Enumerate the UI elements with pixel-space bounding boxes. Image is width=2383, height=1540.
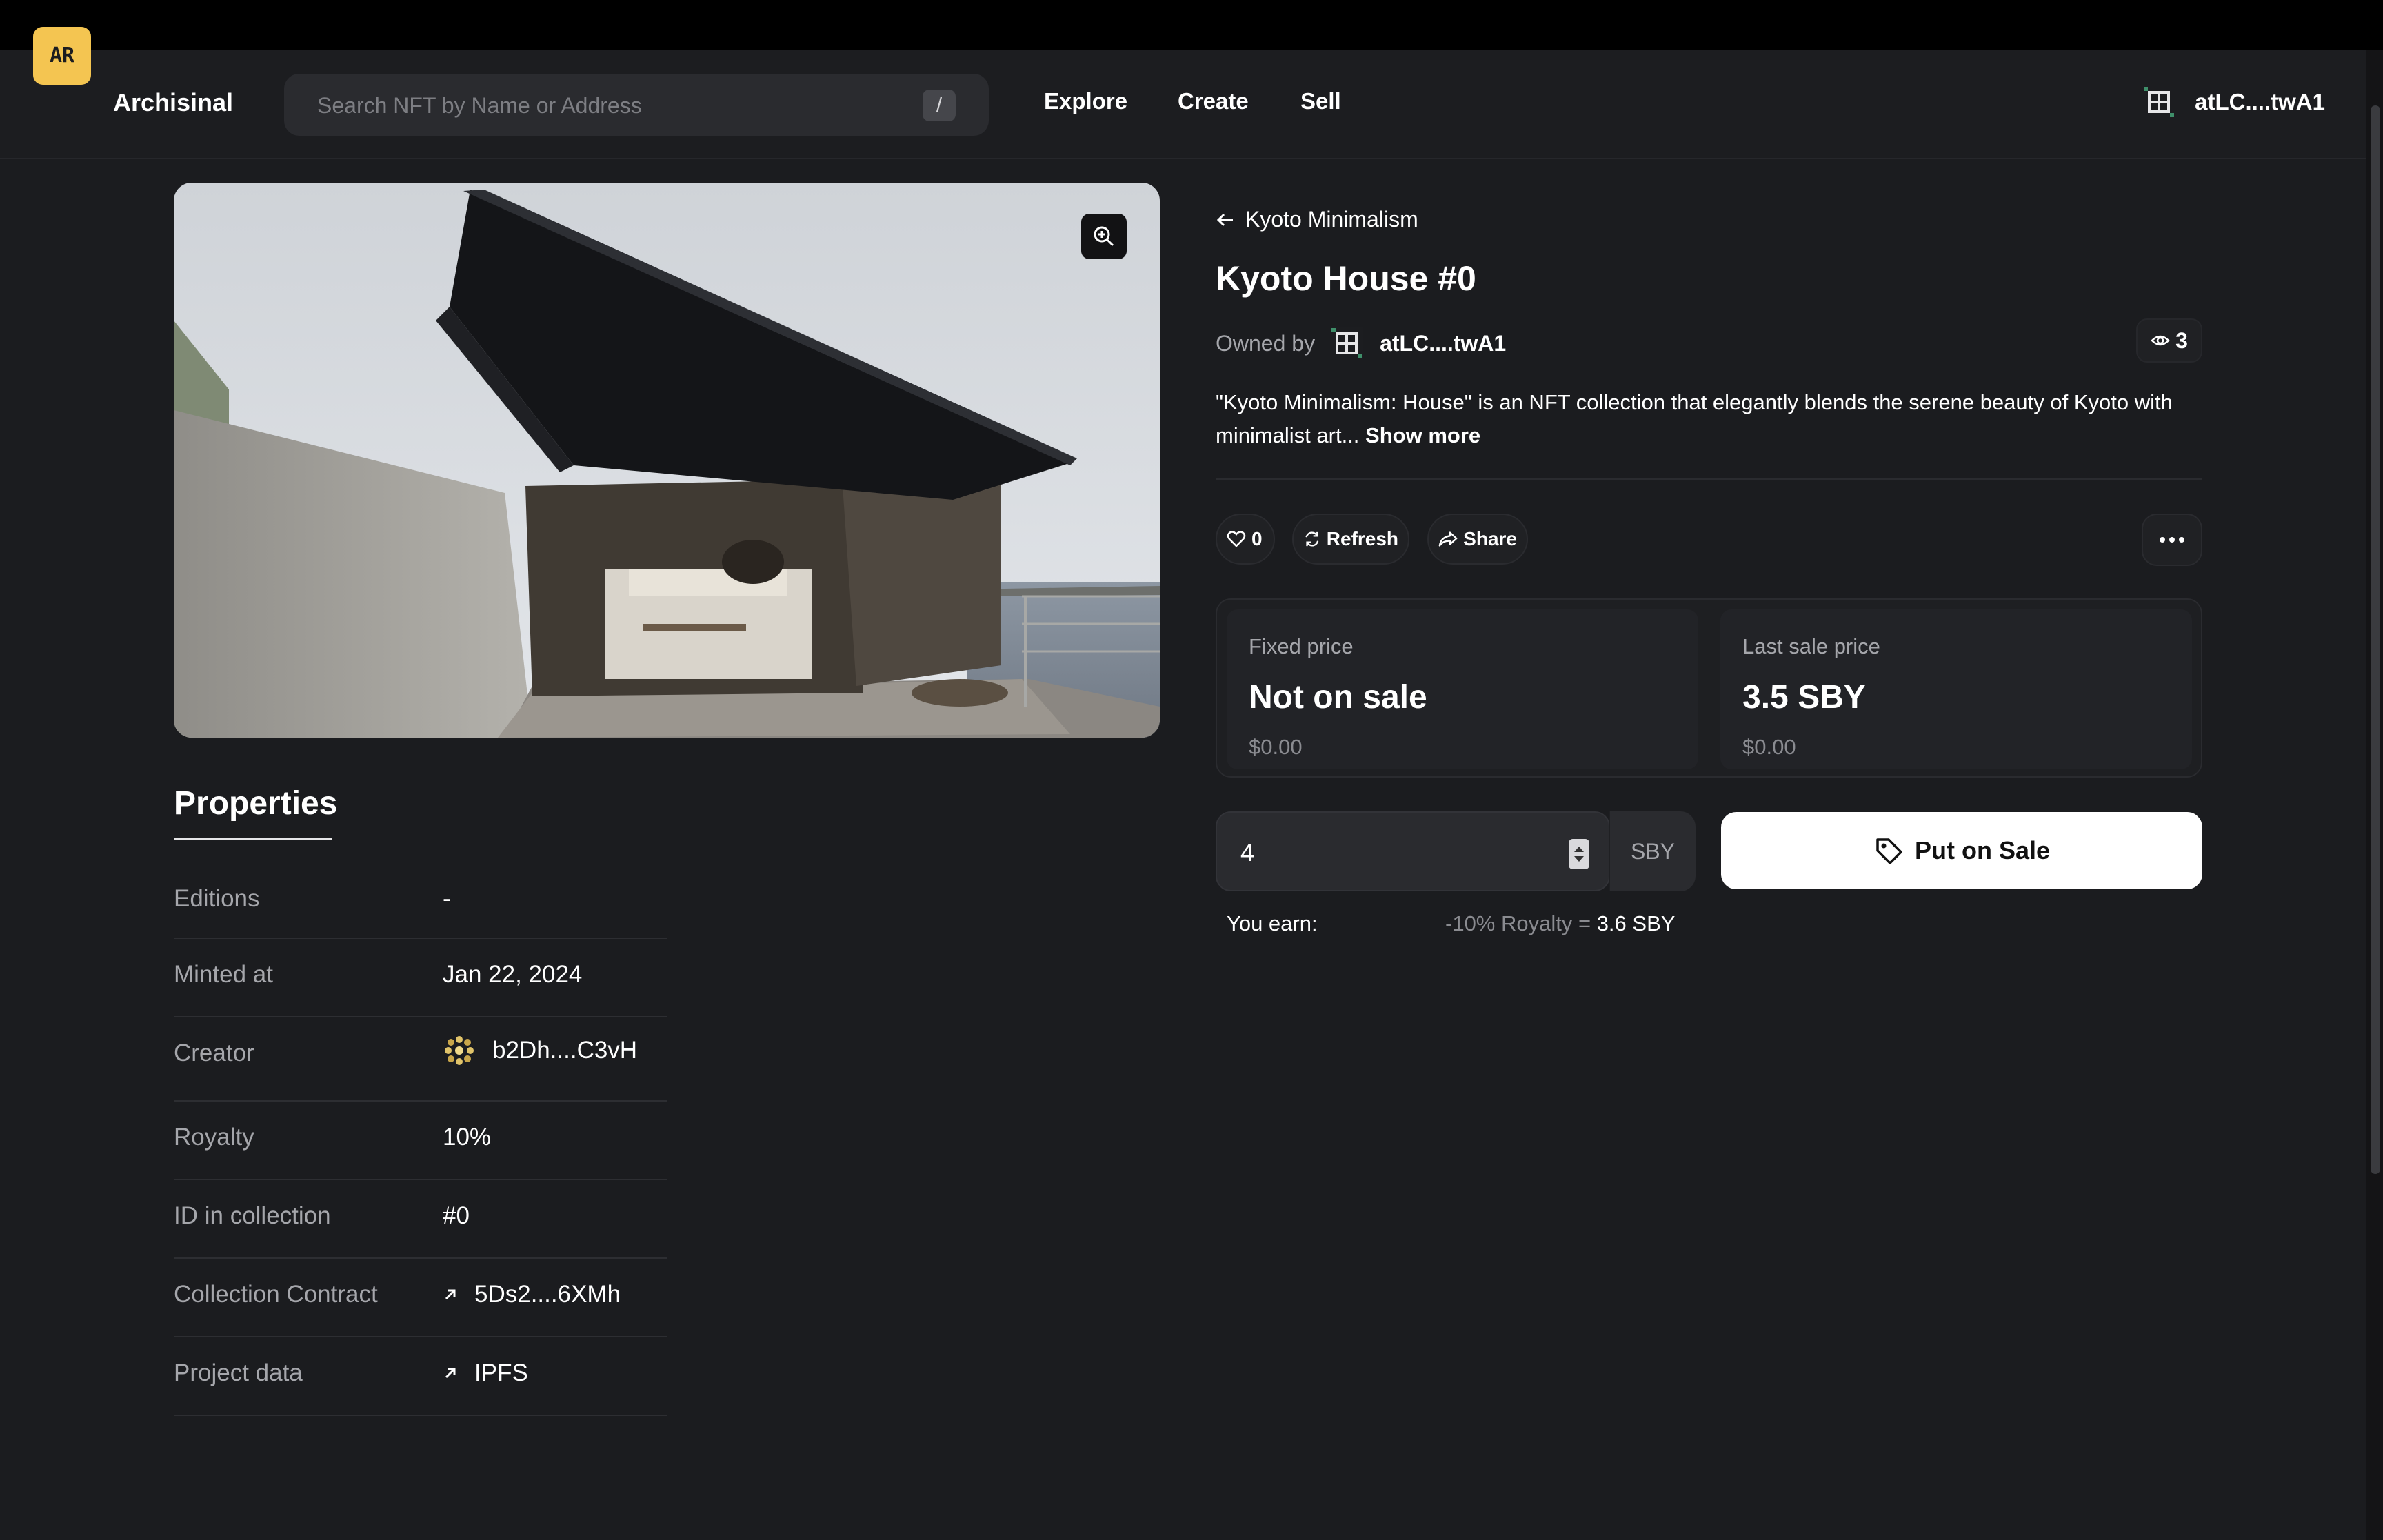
fixed-price-card: Fixed price Not on sale $0.00: [1227, 609, 1698, 769]
last-sale-price-value: 3.5 SBY: [1742, 679, 1866, 716]
earnings-breakdown: -10% Royalty = 3.6 SBY: [1445, 911, 1675, 936]
owner-address[interactable]: atLC....twA1: [1380, 331, 1506, 356]
property-value: 10%: [443, 1124, 492, 1151]
last-sale-price-label: Last sale price: [1742, 634, 1880, 658]
property-row-minted-at: Minted at Jan 22, 2024: [174, 939, 667, 1017]
more-horizontal-icon: [2160, 537, 2184, 543]
nft-image: [174, 183, 1160, 738]
price-input[interactable]: [1240, 836, 1516, 869]
nav-explore[interactable]: Explore: [1044, 88, 1127, 114]
currency-label: SBY: [1609, 811, 1696, 891]
share-button[interactable]: Share: [1427, 514, 1528, 565]
nft-title: Kyoto House #0: [1216, 259, 1476, 298]
archisinal-logo[interactable]: AR: [33, 27, 91, 85]
more-options-button[interactable]: [2142, 514, 2202, 566]
account-address: atLC....twA1: [2195, 89, 2325, 114]
creator-avatar-icon: [443, 1034, 476, 1067]
creator-address: b2Dh....C3vH: [492, 1037, 638, 1064]
last-sale-price-card: Last sale price 3.5 SBY $0.00: [1720, 609, 2192, 769]
account-avatar-icon: [2142, 85, 2176, 119]
show-more-link[interactable]: Show more: [1365, 423, 1480, 447]
like-button[interactable]: 0: [1216, 514, 1275, 565]
property-row-project-data: Project data IPFS: [174, 1337, 667, 1416]
external-link-icon: [445, 1289, 456, 1300]
property-row-editions: Editions -: [174, 877, 667, 939]
property-row-id: ID in collection #0: [174, 1180, 667, 1259]
last-sale-price-usd: $0.00: [1742, 735, 1796, 759]
collection-contract-link[interactable]: 5Ds2....6XMh: [443, 1281, 621, 1308]
property-row-creator: Creator b2Dh....C3vH: [174, 1017, 667, 1102]
property-row-royalty: Royalty 10%: [174, 1102, 667, 1180]
owner-avatar-icon: [1330, 327, 1364, 360]
properties-tab-underline: [174, 838, 332, 840]
share-label: Share: [1463, 528, 1517, 549]
price-input-box[interactable]: [1216, 811, 1610, 891]
collection-contract-address: 5Ds2....6XMh: [474, 1281, 621, 1308]
arrow-left-icon: [1216, 213, 1233, 226]
back-to-collection-link[interactable]: Kyoto Minimalism: [1216, 207, 1418, 232]
property-label: Royalty: [174, 1124, 254, 1151]
property-label: Project data: [174, 1359, 303, 1386]
owner-info: Owned by atLC....twA1: [1216, 327, 1506, 360]
property-row-collection-contract: Collection Contract 5Ds2....6XMh: [174, 1259, 667, 1337]
collection-name: Kyoto Minimalism: [1245, 207, 1418, 232]
likes-count: 0: [1251, 528, 1263, 549]
search-shortcut-key: /: [923, 90, 956, 121]
property-label: Creator: [174, 1040, 254, 1066]
royalty-deduction: -10% Royalty =: [1445, 911, 1597, 935]
eye-icon: [2151, 335, 2170, 346]
nft-description: "Kyoto Minimalism: House" is an NFT coll…: [1216, 386, 2195, 452]
page-scrollbar[interactable]: [2366, 50, 2383, 1540]
property-value: #0: [443, 1202, 470, 1229]
fixed-price-label: Fixed price: [1249, 634, 1354, 658]
put-on-sale-button[interactable]: Put on Sale: [1721, 812, 2202, 889]
nav-create[interactable]: Create: [1178, 88, 1249, 114]
external-link-icon: [445, 1368, 456, 1379]
search-bar[interactable]: /: [284, 74, 989, 136]
fixed-price-value: Not on sale: [1249, 679, 1427, 716]
views-count: 3: [2175, 327, 2188, 353]
tag-icon: [1876, 838, 1902, 864]
logo-mark: AR: [49, 43, 75, 68]
description-text: "Kyoto Minimalism: House" is an NFT coll…: [1216, 390, 2173, 447]
window-top-bar: [0, 0, 2383, 50]
heart-icon: [1227, 531, 1246, 547]
price-stepper[interactable]: [1569, 839, 1589, 869]
fixed-price-usd: $0.00: [1249, 735, 1303, 759]
refresh-icon: [1305, 531, 1319, 547]
price-panel: Fixed price Not on sale $0.00 Last sale …: [1216, 598, 2202, 778]
refresh-label: Refresh: [1326, 528, 1398, 549]
owned-by-label: Owned by: [1216, 330, 1316, 356]
views-badge: 3: [2136, 318, 2202, 363]
project-data-value: IPFS: [474, 1359, 528, 1386]
share-icon: [1438, 531, 1458, 547]
project-data-link[interactable]: IPFS: [443, 1359, 528, 1387]
stepper-up-icon[interactable]: [1574, 847, 1584, 852]
nav-sell[interactable]: Sell: [1300, 88, 1341, 114]
property-label: Minted at: [174, 961, 273, 988]
zoom-in-icon: [1094, 226, 1114, 247]
zoom-image-button[interactable]: [1081, 214, 1127, 259]
divider: [1216, 478, 2202, 480]
property-value: Jan 22, 2024: [443, 961, 583, 988]
property-label: ID in collection: [174, 1202, 331, 1229]
property-label: Collection Contract: [174, 1281, 378, 1308]
properties-tab[interactable]: Properties: [174, 784, 337, 822]
you-earn-label: You earn:: [1227, 911, 1318, 935]
refresh-button[interactable]: Refresh: [1292, 514, 1409, 565]
price-input-field[interactable]: [1218, 814, 1610, 891]
stepper-down-icon[interactable]: [1574, 856, 1584, 862]
put-on-sale-label: Put on Sale: [1914, 836, 2051, 864]
search-input[interactable]: [317, 92, 883, 119]
property-value: -: [443, 885, 451, 912]
account-menu[interactable]: atLC....twA1: [2142, 85, 2325, 119]
earnings-total: 3.6 SBY: [1596, 911, 1676, 935]
property-label: Editions: [174, 885, 260, 912]
scrollbar-thumb[interactable]: [2371, 105, 2380, 1174]
brand-name[interactable]: Archisinal: [113, 88, 233, 117]
creator-link[interactable]: b2Dh....C3vH: [443, 1034, 637, 1067]
